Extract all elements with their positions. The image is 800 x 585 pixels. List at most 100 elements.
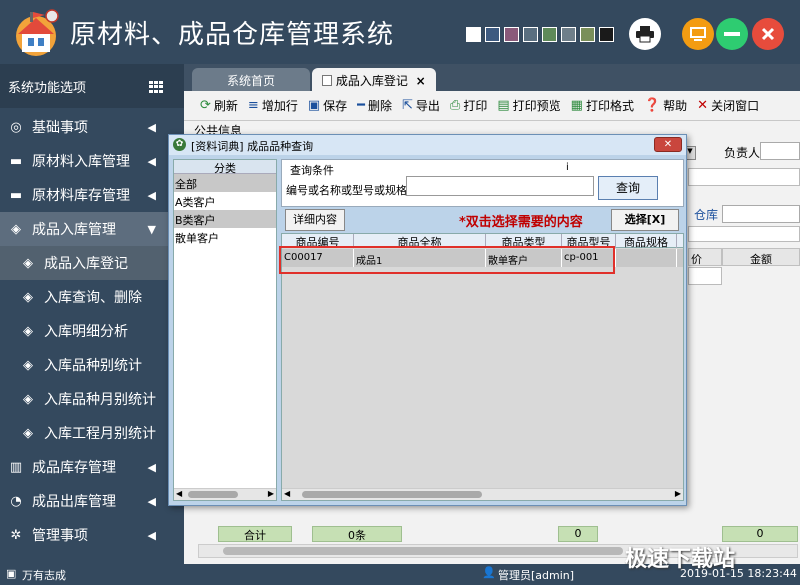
close-icon[interactable]: [752, 18, 784, 50]
theme-swatch[interactable]: [599, 27, 614, 42]
grid-scrollbar[interactable]: ◀ ▶: [282, 488, 683, 500]
scroll-right-icon[interactable]: ▶: [675, 489, 681, 498]
column-header[interactable]: 商品编号: [282, 234, 354, 248]
print-format-button[interactable]: ▦ 打印格式: [571, 97, 634, 114]
save-label: 保存: [323, 99, 348, 113]
grid-menu-icon[interactable]: [149, 81, 164, 93]
status-app-icon: ▣: [6, 567, 17, 580]
delete-label: 删除: [367, 99, 392, 113]
category-item[interactable]: 全部: [174, 174, 276, 192]
status-company: 万有志成: [22, 569, 66, 582]
close-window-button[interactable]: ✕ 关闭窗口: [697, 97, 759, 114]
scroll-right-icon[interactable]: ▶: [268, 489, 274, 498]
price-cell[interactable]: [688, 267, 722, 285]
sidebar-item[interactable]: ◈ 成品入库管理 ▼: [0, 212, 184, 246]
print-button[interactable]: ⎙ 打印: [450, 97, 487, 114]
category-scrollbar[interactable]: ◀ ▶: [174, 488, 276, 500]
warehouse-input[interactable]: [722, 205, 800, 223]
query-button[interactable]: 查询: [598, 176, 658, 200]
scrollbar-thumb[interactable]: [223, 547, 623, 555]
dictionary-icon: ✿: [173, 138, 186, 151]
scrollbar-thumb[interactable]: [188, 491, 238, 498]
tab-close-icon[interactable]: ×: [416, 74, 426, 88]
select-button[interactable]: 选择[X]: [611, 209, 679, 231]
responsible-input[interactable]: [760, 142, 800, 160]
column-header[interactable]: 商品类型: [486, 234, 562, 248]
column-header[interactable]: 商品全称: [354, 234, 486, 248]
sidebar: 系统功能选项 ◎ 基础事项 ◀ ▬ 原材料入库管理 ◀ ▬ 原材料库存管理 ◀ ◈ 成品入库管理 ▼ ◈…: [0, 64, 184, 568]
print-preview-button[interactable]: ▤ 打印预览: [497, 97, 560, 114]
table-row[interactable]: C00017 成品1 散单客户 cp-001: [282, 249, 683, 267]
category-item[interactable]: 散单客户: [174, 228, 276, 246]
export-icon: ⇱: [402, 98, 413, 113]
category-item[interactable]: A类客户: [174, 192, 276, 210]
sidebar-item-icon: ◎: [10, 119, 22, 135]
detail-button[interactable]: 详细内容: [285, 209, 345, 231]
sidebar-item-label: 基础事项: [32, 120, 88, 136]
sidebar-item[interactable]: ◈ 成品入库登记: [0, 246, 184, 280]
user-icon: 👤: [482, 566, 496, 579]
dialog-close-button[interactable]: ✕: [654, 137, 682, 152]
refresh-label: 刷新: [213, 99, 238, 113]
print-format-label: 打印格式: [585, 99, 634, 113]
sidebar-item[interactable]: ✲ 管理事项 ◀: [0, 518, 184, 552]
scrollbar-thumb[interactable]: [302, 491, 482, 498]
form-field[interactable]: [688, 226, 800, 242]
preview-icon: ▤: [497, 98, 510, 113]
sidebar-item-icon: ▥: [9, 459, 23, 475]
sidebar-item[interactable]: ◈ 入库明细分析: [0, 314, 184, 348]
summary-row: 合计 0条 0 0: [218, 526, 798, 542]
column-header[interactable]: 商品规格: [616, 234, 677, 248]
printer-icon[interactable]: [629, 18, 661, 50]
scroll-left-icon[interactable]: ◀: [176, 489, 182, 498]
refresh-button[interactable]: ⟳ 刷新: [200, 97, 238, 114]
form-field[interactable]: [688, 168, 800, 186]
dialog-titlebar: ✿ [资料词典] 成品品种查询 ✕: [169, 135, 686, 155]
chevron-left-icon: ◀: [147, 460, 156, 474]
toolbar: ⟳ 刷新 ≡ 增加行 ▣ 保存 ━ 删除 ⇱ 导出 ⎙ 打印 ▤ 打印预览 ▦ 打印格式 ❓ 帮助…: [184, 91, 800, 121]
scroll-left-icon[interactable]: ◀: [284, 489, 290, 498]
summary-label: 合计: [218, 526, 292, 542]
delete-button[interactable]: ━ 删除: [357, 97, 392, 114]
monitor-icon[interactable]: [682, 18, 714, 50]
app-logo: [8, 6, 64, 58]
theme-swatch[interactable]: [466, 27, 481, 42]
print-label: 打印: [463, 99, 488, 113]
help-button[interactable]: ❓ 帮助: [644, 97, 687, 114]
tab-home-label: 系统首页: [226, 74, 275, 88]
add-row-button[interactable]: ≡ 增加行: [248, 97, 298, 114]
tab-home[interactable]: 系统首页: [192, 68, 310, 91]
sidebar-item[interactable]: ◈ 入库工程月别统计: [0, 416, 184, 450]
sidebar-item[interactable]: ◔ 成品出库管理 ◀: [0, 484, 184, 518]
theme-swatch[interactable]: [580, 27, 595, 42]
export-label: 导出: [415, 99, 440, 113]
export-button[interactable]: ⇱ 导出: [402, 97, 440, 114]
theme-swatch[interactable]: [523, 27, 538, 42]
category-item[interactable]: B类客户: [174, 210, 276, 228]
column-header[interactable]: 商品型号: [562, 234, 616, 248]
tab-product-entry[interactable]: 成品入库登记 ×: [312, 68, 436, 91]
minimize-icon[interactable]: [716, 18, 748, 50]
sidebar-item[interactable]: ▬ 原材料入库管理 ◀: [0, 144, 184, 178]
theme-swatch[interactable]: [485, 27, 500, 42]
sidebar-item[interactable]: ◈ 入库品种月别统计: [0, 382, 184, 416]
sidebar-item[interactable]: ◎ 基础事项 ◀: [0, 110, 184, 144]
grid-header: 商品编号 商品全称 商品类型 商品型号 商品规格: [282, 234, 683, 248]
sidebar-item[interactable]: ▬ 原材料库存管理 ◀: [0, 178, 184, 212]
sidebar-item[interactable]: ◈ 入库查询、删除: [0, 280, 184, 314]
tab-entry-label: 成品入库登记: [335, 74, 408, 88]
watermark-text: 极速下载站: [625, 547, 736, 572]
sidebar-title: 系统功能选项: [8, 80, 87, 96]
save-button[interactable]: ▣ 保存: [308, 97, 347, 114]
theme-swatch[interactable]: [504, 27, 519, 42]
theme-swatch[interactable]: [561, 27, 576, 42]
sidebar-item-icon: ◔: [10, 493, 22, 509]
query-input[interactable]: [406, 176, 594, 196]
sidebar-item[interactable]: ▥ 成品库存管理 ◀: [0, 450, 184, 484]
theme-swatch[interactable]: [542, 27, 557, 42]
summary-amount: 0: [722, 526, 798, 542]
sidebar-item-label: 成品出库管理: [32, 494, 116, 510]
chevron-left-icon: ◀: [147, 528, 156, 542]
summary-qty: 0: [558, 526, 598, 542]
sidebar-item[interactable]: ◈ 入库品种别统计: [0, 348, 184, 382]
